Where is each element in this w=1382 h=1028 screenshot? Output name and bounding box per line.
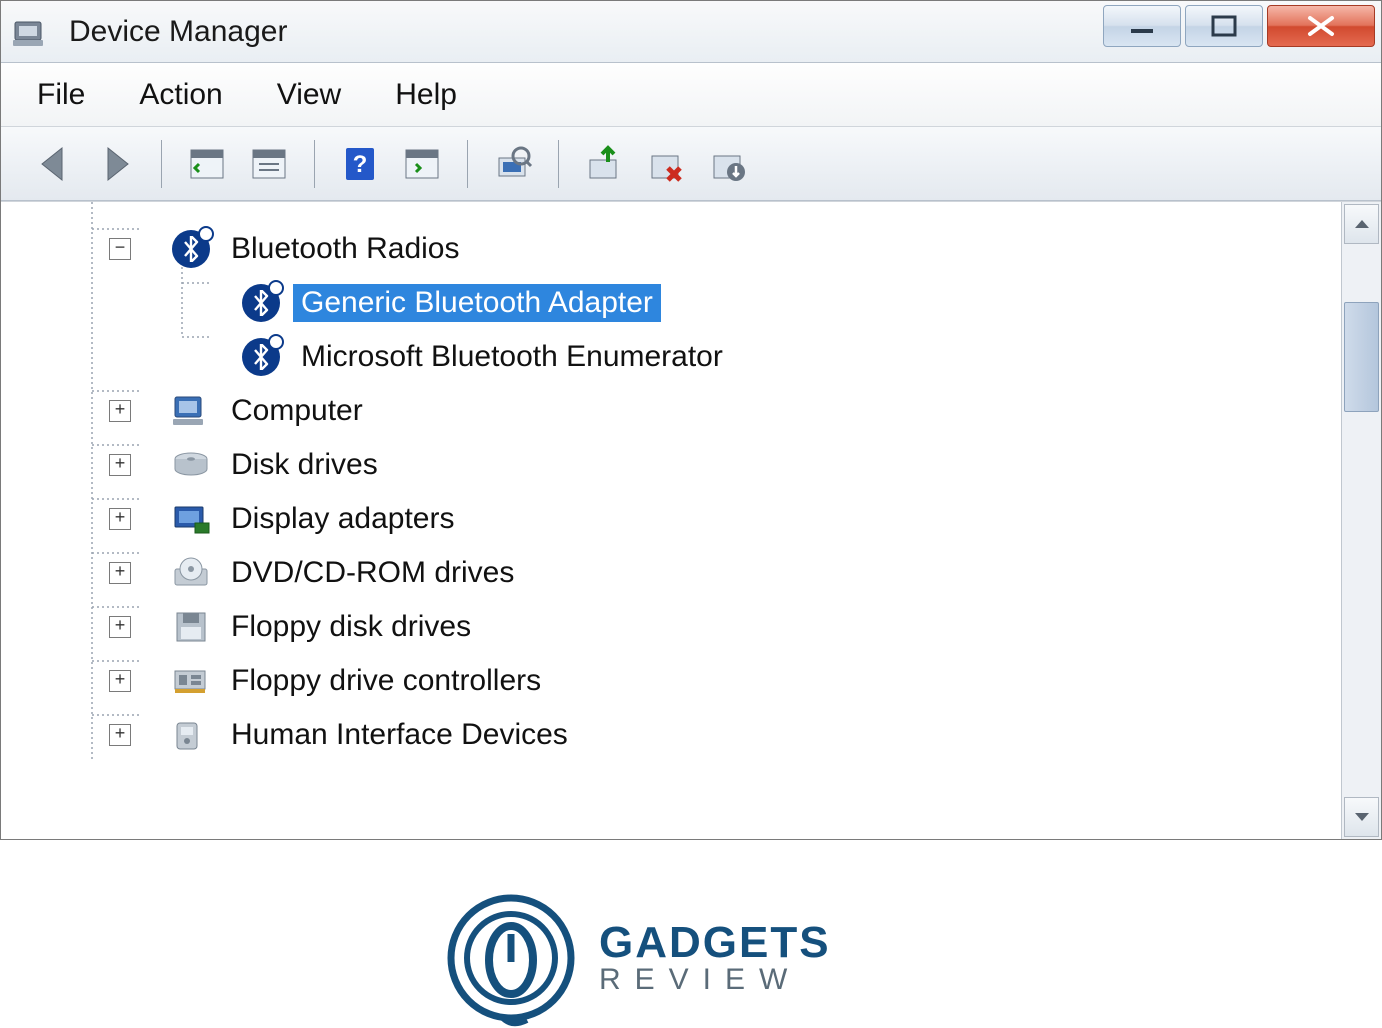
collapse-icon[interactable]: − [109, 238, 131, 260]
floppy-controller-icon [171, 661, 211, 701]
tree-node-label: Floppy disk drives [223, 608, 479, 646]
tree-node-bluetooth-radios[interactable]: − Bluetooth Radios [29, 222, 1341, 276]
toolbar-separator [467, 140, 468, 188]
tree-node-label: Bluetooth Radios [223, 230, 468, 268]
svg-text:?: ? [353, 151, 368, 178]
toolbar-separator [161, 140, 162, 188]
tree-node-display-adapters[interactable]: + Display adapters [29, 492, 1341, 546]
menu-action[interactable]: Action [139, 78, 222, 112]
uninstall-button[interactable] [639, 138, 693, 190]
maximize-button[interactable] [1185, 5, 1263, 47]
disk-icon [171, 445, 211, 485]
bluetooth-icon [241, 337, 281, 377]
expand-icon[interactable]: + [109, 724, 131, 746]
tree-node-label: Computer [223, 392, 371, 430]
disable-button[interactable] [701, 138, 755, 190]
tree-node-disk-drives[interactable]: + Disk drives [29, 438, 1341, 492]
tree-node-label: Disk drives [223, 446, 386, 484]
display-icon [171, 499, 211, 539]
floppy-icon [171, 607, 211, 647]
toolbar-separator [558, 140, 559, 188]
expand-icon[interactable]: + [109, 508, 131, 530]
expand-icon[interactable]: + [109, 616, 131, 638]
back-button[interactable] [27, 138, 81, 190]
bluetooth-icon [241, 283, 281, 323]
menu-file[interactable]: File [37, 78, 85, 112]
scrollbar-track[interactable] [1342, 246, 1381, 795]
tree-node-label: Human Interface Devices [223, 716, 576, 754]
tree-node-label: Floppy drive controllers [223, 662, 549, 700]
scan-hardware-button[interactable] [486, 138, 540, 190]
toolbar: ? [1, 127, 1381, 201]
watermark-text-bottom: REVIEW [599, 965, 831, 995]
scroll-down-button[interactable] [1344, 797, 1379, 837]
watermark-logo: GADGETS REVIEW [441, 888, 831, 1028]
app-icon [11, 12, 51, 52]
tree-node-human-interface-devices[interactable]: + Human Interface Devices [29, 708, 1341, 762]
hid-icon [171, 715, 211, 755]
expand-icon[interactable]: + [109, 562, 131, 584]
action-pane-button[interactable] [395, 138, 449, 190]
console-tree-button[interactable] [180, 138, 234, 190]
watermark-text-top: GADGETS [599, 921, 831, 965]
tree-node-label: DVD/CD-ROM drives [223, 554, 522, 592]
vertical-scrollbar[interactable] [1341, 202, 1381, 839]
computer-icon [171, 391, 211, 431]
titlebar: Device Manager [1, 1, 1381, 63]
close-button[interactable] [1267, 5, 1375, 47]
menu-help[interactable]: Help [395, 78, 457, 112]
tree-node-generic-bluetooth-adapter[interactable]: Generic Bluetooth Adapter [29, 276, 1341, 330]
expand-icon[interactable]: + [109, 400, 131, 422]
menubar: File Action View Help [1, 63, 1381, 127]
tree-node-label: Display adapters [223, 500, 462, 538]
update-driver-button[interactable] [577, 138, 631, 190]
tree-node-microsoft-bluetooth-enumerator[interactable]: Microsoft Bluetooth Enumerator [29, 330, 1341, 384]
window-controls [1103, 5, 1375, 47]
device-manager-window: Device Manager File Action View Help [0, 0, 1382, 840]
content-area: − Bluetooth Radios Generic Bluetooth Ada… [1, 201, 1381, 839]
tree-node-dvd-cd-rom[interactable]: + DVD/CD-ROM drives [29, 546, 1341, 600]
tree-node-floppy-drive-controllers[interactable]: + Floppy drive controllers [29, 654, 1341, 708]
device-tree[interactable]: − Bluetooth Radios Generic Bluetooth Ada… [1, 202, 1341, 839]
forward-button[interactable] [89, 138, 143, 190]
tree-node-label: Microsoft Bluetooth Enumerator [293, 338, 731, 376]
scrollbar-thumb[interactable] [1344, 302, 1379, 412]
minimize-button[interactable] [1103, 5, 1181, 47]
expand-icon[interactable]: + [109, 670, 131, 692]
bluetooth-icon [171, 229, 211, 269]
tree-node-floppy-disk-drives[interactable]: + Floppy disk drives [29, 600, 1341, 654]
tree-node-label: Generic Bluetooth Adapter [293, 284, 661, 322]
toolbar-separator [314, 140, 315, 188]
window-title: Device Manager [69, 15, 287, 49]
expand-icon[interactable]: + [109, 454, 131, 476]
tree-node-computer[interactable]: + Computer [29, 384, 1341, 438]
optical-drive-icon [171, 553, 211, 593]
help-button[interactable]: ? [333, 138, 387, 190]
properties-button[interactable] [242, 138, 296, 190]
menu-view[interactable]: View [277, 78, 341, 112]
scroll-up-button[interactable] [1344, 204, 1379, 244]
